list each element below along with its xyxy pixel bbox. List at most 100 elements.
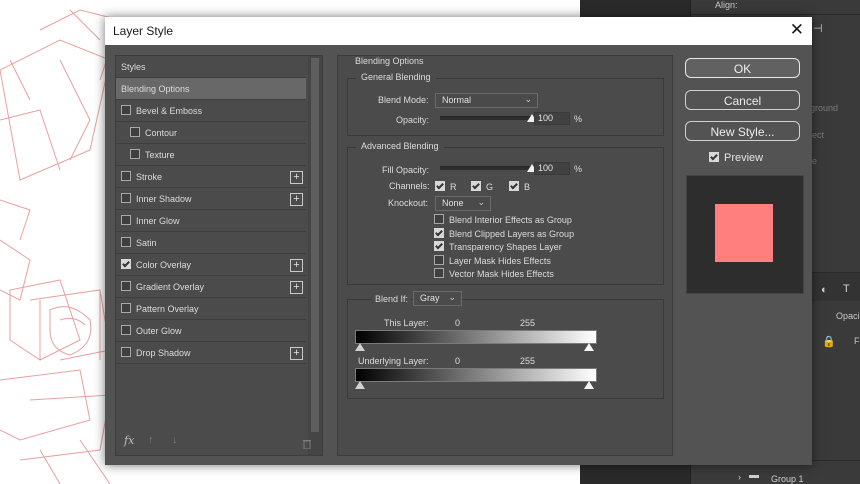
checkbox-box[interactable]: [471, 181, 481, 191]
preview-toggle[interactable]: Preview: [709, 152, 763, 164]
fill-opacity-input[interactable]: 100: [534, 162, 570, 175]
align-icon[interactable]: ⊣: [813, 22, 823, 35]
this-layer-white-slider[interactable]: [584, 343, 594, 351]
add-effect-button[interactable]: +: [290, 259, 303, 272]
style-item-outer-glow[interactable]: Outer Glow: [116, 320, 306, 342]
checkbox-box[interactable]: [509, 181, 519, 191]
preview-checkbox[interactable]: [709, 152, 719, 162]
adjustment-icon[interactable]: ◐: [821, 284, 828, 296]
style-item-bevel-emboss[interactable]: Bevel & Emboss: [116, 100, 306, 122]
underlying-black-slider[interactable]: [355, 381, 365, 389]
option-blend-interior-effects-as-group[interactable]: Blend Interior Effects as Group: [434, 214, 572, 225]
advanced-blending-group: Advanced Blending Fill Opacity: 100 % Ch…: [347, 141, 664, 285]
style-item-stroke[interactable]: Stroke +: [116, 166, 306, 188]
style-item-label: Inner Shadow: [136, 194, 192, 204]
opacity-input[interactable]: 100: [534, 112, 570, 125]
align-label: Align:: [715, 0, 738, 10]
style-item-texture[interactable]: Texture: [116, 144, 306, 166]
cancel-button[interactable]: Cancel: [685, 90, 800, 110]
option-blend-clipped-layers-as-group[interactable]: Blend Clipped Layers as Group: [434, 227, 574, 239]
move-up-icon[interactable]: ↑: [148, 434, 154, 446]
style-checkbox[interactable]: [121, 303, 131, 313]
this-layer-black-slider[interactable]: [355, 343, 365, 351]
lock-icon[interactable]: 🔒: [822, 335, 836, 348]
type-icon[interactable]: T: [843, 283, 850, 295]
blend-if-group: Blend If: Gray ⌄ This Layer: 0 255 Underl…: [347, 291, 664, 399]
style-item-gradient-overlay[interactable]: Gradient Overlay +: [116, 276, 306, 298]
underlying-layer-low: 0: [455, 356, 461, 366]
style-checkbox[interactable]: [121, 347, 131, 357]
layer-name[interactable]: Group 1: [771, 474, 804, 484]
opacity-slider[interactable]: [440, 116, 532, 120]
faded-ject-text: ject: [810, 130, 825, 140]
underlying-layer-gradient[interactable]: [355, 368, 597, 382]
channel-g-checkbox[interactable]: G: [471, 181, 493, 192]
option-label: Vector Mask Hides Effects: [449, 269, 554, 279]
style-item-satin[interactable]: Satin: [116, 232, 306, 254]
style-item-styles[interactable]: Styles: [116, 56, 306, 78]
opacity-label: Opacity:: [396, 115, 430, 125]
this-layer-gradient[interactable]: [355, 330, 597, 344]
option-vector-mask-hides-effects[interactable]: Vector Mask Hides Effects: [434, 268, 554, 279]
style-item-pattern-overlay[interactable]: Pattern Overlay: [116, 298, 306, 320]
blend-mode-select[interactable]: Normal ⌄: [435, 93, 538, 108]
style-item-inner-shadow[interactable]: Inner Shadow +: [116, 188, 306, 210]
option-transparency-shapes-layer[interactable]: Transparency Shapes Layer: [434, 241, 562, 252]
scrollbar-thumb[interactable]: [311, 58, 319, 432]
style-checkbox[interactable]: [130, 149, 140, 159]
advanced-blending-title: Advanced Blending: [356, 141, 444, 151]
style-checkbox[interactable]: [130, 127, 140, 137]
checkbox-box[interactable]: [434, 241, 444, 251]
add-effect-button[interactable]: +: [290, 193, 303, 206]
style-item-inner-glow[interactable]: Inner Glow: [116, 210, 306, 232]
style-checkbox[interactable]: [121, 237, 131, 247]
chevron-down-icon: ⌄: [448, 292, 456, 302]
underlying-white-slider[interactable]: [584, 381, 594, 389]
option-layer-mask-hides-effects[interactable]: Layer Mask Hides Effects: [434, 254, 551, 266]
style-checkbox[interactable]: [121, 171, 131, 181]
checkbox-box[interactable]: [434, 268, 444, 278]
style-item-blending-options[interactable]: Blending Options: [116, 78, 306, 100]
style-checkbox[interactable]: [121, 193, 131, 203]
chevron-down-icon: ⌄: [524, 94, 532, 104]
this-layer-low: 0: [455, 318, 461, 328]
style-checkbox[interactable]: [121, 259, 131, 269]
knockout-label: Knockout:: [388, 198, 429, 208]
new-style-button[interactable]: New Style...: [685, 121, 800, 141]
close-icon[interactable]: ✕: [790, 20, 804, 40]
style-checkbox[interactable]: [121, 105, 131, 115]
channel-r-checkbox[interactable]: R: [435, 181, 457, 192]
style-checkbox[interactable]: [121, 325, 131, 335]
style-item-label: Contour: [145, 128, 178, 138]
add-effect-button[interactable]: +: [290, 281, 303, 294]
add-effect-button[interactable]: +: [290, 171, 303, 184]
style-item-color-overlay[interactable]: Color Overlay +: [116, 254, 306, 276]
fx-icon[interactable]: fx: [124, 434, 134, 447]
fill-opacity-slider[interactable]: [440, 166, 532, 170]
channel-b-checkbox[interactable]: B: [509, 181, 530, 192]
style-checkbox[interactable]: [121, 281, 131, 291]
style-item-drop-shadow[interactable]: Drop Shadow +: [116, 342, 306, 364]
blend-if-select[interactable]: Gray ⌄: [413, 291, 462, 306]
add-effect-button[interactable]: +: [290, 347, 303, 360]
style-checkbox[interactable]: [121, 215, 131, 225]
checkbox-box[interactable]: [435, 181, 445, 191]
checkbox-box[interactable]: [434, 227, 444, 238]
blend-mode-label: Blend Mode:: [378, 95, 429, 105]
checkbox-box[interactable]: [434, 254, 444, 265]
style-item-label: Outer Glow: [136, 326, 182, 336]
opacity-label: Opaci: [836, 311, 860, 321]
move-down-icon[interactable]: ↓: [172, 434, 178, 446]
ok-button[interactable]: OK: [685, 58, 800, 78]
blending-options-panel: Blending Options General Blending Blend …: [337, 55, 673, 456]
chevron-right-icon[interactable]: ›: [738, 472, 741, 482]
style-item-contour[interactable]: Contour: [116, 122, 306, 144]
panel-divider: [691, 14, 860, 15]
underlying-layer-label: Underlying Layer:: [358, 356, 429, 366]
chevron-down-icon: ⌄: [477, 197, 485, 207]
dialog-titlebar[interactable]: Layer Style ✕: [105, 17, 812, 45]
trash-icon[interactable]: [302, 438, 312, 449]
style-list-scrollbar[interactable]: [308, 56, 322, 455]
checkbox-box[interactable]: [434, 214, 444, 224]
knockout-select[interactable]: None ⌄: [435, 196, 491, 211]
